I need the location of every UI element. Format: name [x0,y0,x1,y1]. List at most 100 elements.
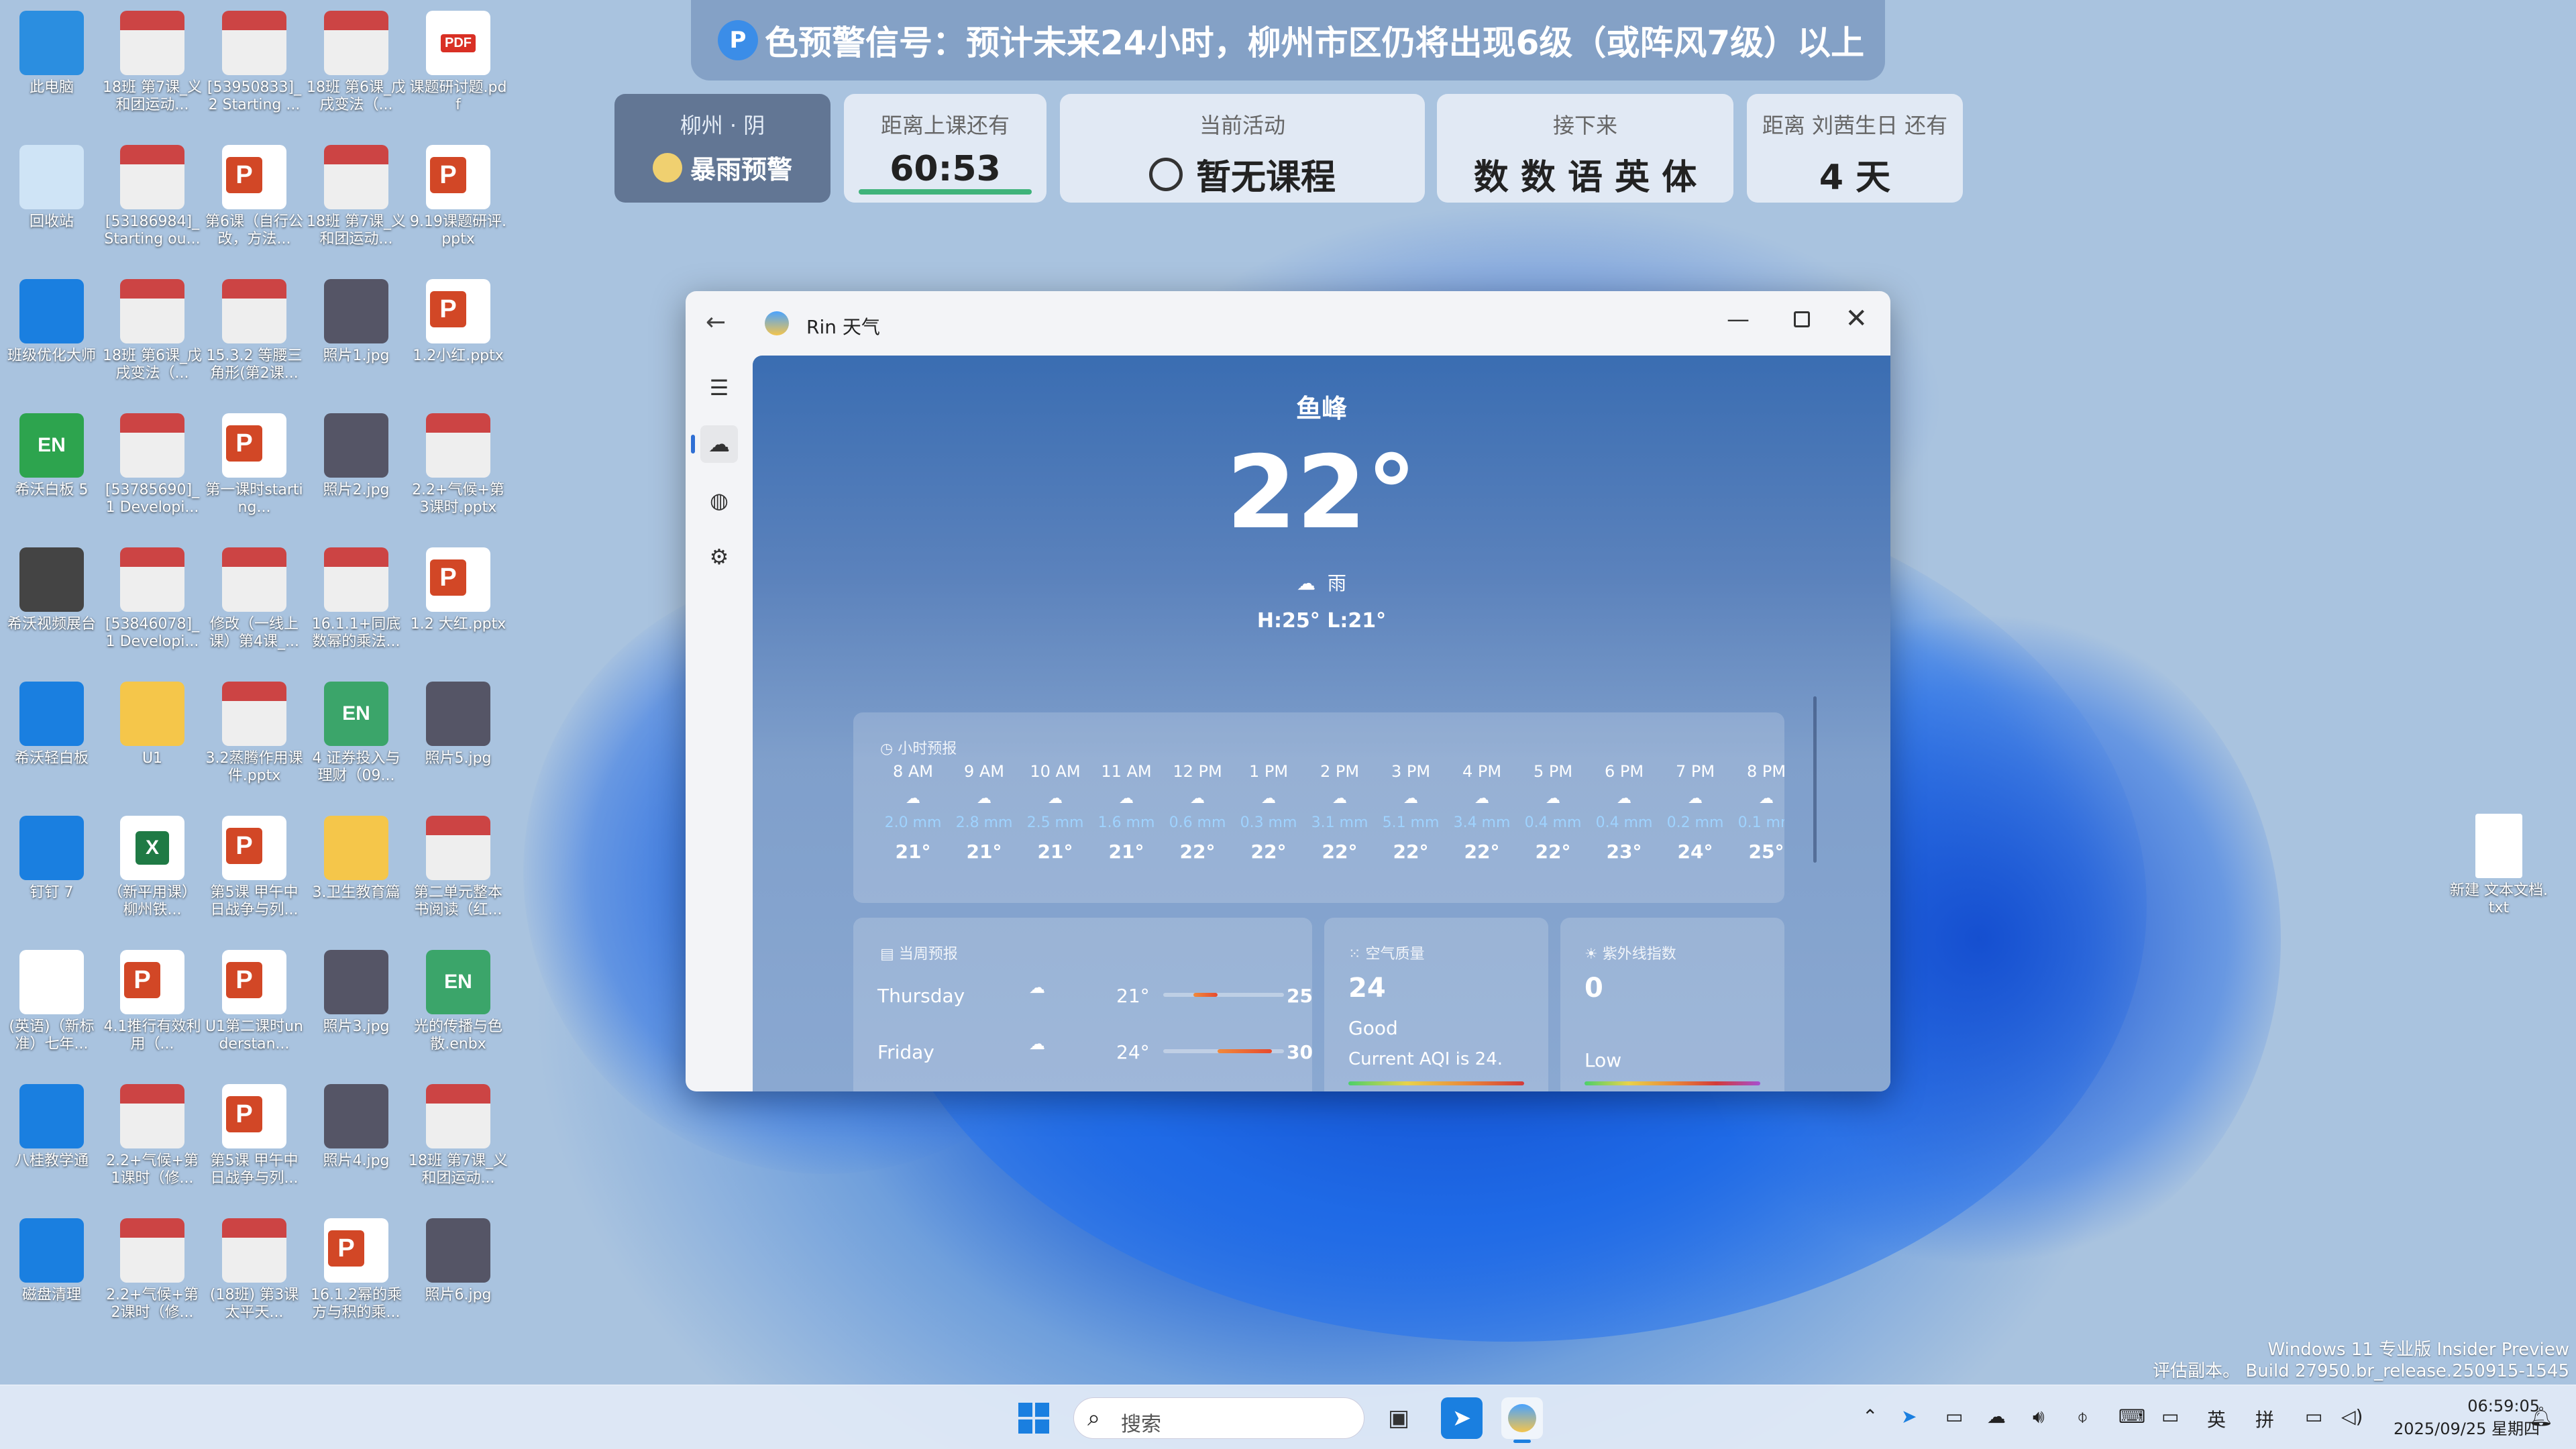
desktop-icon[interactable]: 第一课时starting... [204,408,305,539]
tray-cloud-icon[interactable]: ☁ [1987,1405,2006,1428]
ime-mode[interactable]: 拼 [2255,1405,2274,1432]
menu-icon[interactable]: ☰ [700,369,738,407]
desktop-icon[interactable]: 18班 第7课_义和团运动... [102,5,203,136]
show-hidden-icons[interactable]: ⌃ [1862,1405,1878,1428]
daily-row[interactable]: Thursday ☁ 21° 25° [877,978,1312,1018]
hourly-item[interactable]: 2 PM ☁ 3.1 mm 22° [1304,762,1375,863]
desktop-icon[interactable]: 4.1推行有效利用（... [102,945,203,1075]
desktop-icon[interactable]: 2.2+气候+第2课时（修... [102,1213,203,1344]
hourly-item[interactable]: 11 AM ☁ 1.6 mm 21° [1091,762,1162,863]
ime-language[interactable]: 英 [2207,1405,2226,1432]
desktop-icon[interactable]: 第二单元整本书阅读（红... [408,810,508,941]
nav-globe-icon[interactable]: ◍ [700,482,738,519]
desktop-icon[interactable]: 钉钉 7 [1,810,102,941]
desktop-icon[interactable]: 9.19课题研评.pptx [408,140,508,270]
desktop-icon[interactable]: 照片6.jpg [408,1213,508,1344]
desktop-icon[interactable]: 18班 第7课_义和团运动... [306,140,407,270]
current-activity-card[interactable]: 当前活动 暂无课程 [1060,94,1425,203]
desktop-icon[interactable]: 1.2 大红.pptx [408,542,508,673]
hourly-item[interactable]: 8 AM ☁ 2.0 mm 21° [877,762,949,863]
desktop-icon[interactable]: 2.2+气候+第1课时（修... [102,1079,203,1210]
desktop-icon[interactable]: EN 4 证券投入与理财（09... [306,676,407,807]
hourly-item[interactable]: 7 PM ☁ 0.2 mm 24° [1660,762,1731,863]
desktop-icon[interactable]: 照片4.jpg [306,1079,407,1210]
desktop-icon[interactable]: [53950833]_2 Starting ... [204,5,305,136]
hourly-item[interactable]: 6 PM ☁ 0.4 mm 23° [1589,762,1660,863]
desktop-icon[interactable]: PDF 课题研讨题.pdf [408,5,508,136]
rin-weather-window[interactable]: ← Rin 天气 — ✕ ☰ ☁ ◍ ⚙ 鱼峰 22° ☁ 雨 H:25° L:… [686,291,1890,1091]
desktop-icon[interactable]: 此电脑 [1,5,102,136]
daily-row[interactable]: Friday ☁ 24° 30° [877,1034,1312,1075]
desktop-icon[interactable]: EN 光的传播与色散.enbx [408,945,508,1075]
desktop-icon[interactable]: 照片3.jpg [306,945,407,1075]
desktop-icon[interactable]: 磁盘清理 [1,1213,102,1344]
hourly-item[interactable]: 12 PM ☁ 0.6 mm 22° [1162,762,1233,863]
start-button[interactable] [1013,1397,1055,1439]
hourly-item[interactable]: 9 AM ☁ 2.8 mm 21° [949,762,1020,863]
desktop-icon[interactable]: 1.2小红.pptx [408,274,508,405]
desktop-icon[interactable]: 16.1.2幂的乘方与积的乘... [306,1213,407,1344]
network-icon[interactable]: ▭ [2305,1405,2322,1428]
desktop-icon[interactable]: 18班 第7课_义和团运动... [408,1079,508,1210]
desktop-icon[interactable]: 照片2.jpg [306,408,407,539]
desktop-icon[interactable]: [53186984]_Starting ou... [102,140,203,270]
desktop-icon[interactable]: U1第二课时understan... [204,945,305,1075]
desktop-icon[interactable]: 15.3.2 等腰三角形(第2课... [204,274,305,405]
desktop-icon[interactable]: 希沃视频展台 [1,542,102,673]
notification-bell-icon[interactable]: 🔔︎ [2529,1405,2553,1428]
desktop-icon[interactable]: 16.1.1+同底数幂的乘法... [306,542,407,673]
hourly-item[interactable]: 1 PM ☁ 0.3 mm 22° [1233,762,1304,863]
keyboard-icon[interactable]: ⌨ [2118,1405,2145,1428]
speaker-icon[interactable]: ◁) [2341,1405,2363,1428]
desktop-icon[interactable]: 修改（一线上课）第4课_... [204,542,305,673]
task-view-icon[interactable]: ▣ [1378,1397,1419,1439]
usb-icon[interactable]: ⌽ [2077,1405,2088,1428]
desktop-icon[interactable]: 第6课（自行公改，方法... [204,140,305,270]
desktop-icon[interactable]: 八桂教学通 [1,1079,102,1210]
rin-weather-taskbar-icon[interactable] [1501,1397,1543,1443]
volume-tray-icon[interactable]: 🔊︎ [2033,1405,2045,1428]
nav-weather-icon[interactable]: ☁ [691,425,738,463]
dingtalk-taskbar-icon[interactable]: ➤ [1441,1397,1483,1439]
next-classes-card[interactable]: 接下来 数 数 语 英 体 [1437,94,1733,203]
desktop-icon[interactable]: 照片1.jpg [306,274,407,405]
desktop-icon[interactable]: 回收站 [1,140,102,270]
desktop-icon[interactable]: 希沃轻白板 [1,676,102,807]
hourly-item[interactable]: 10 AM ☁ 2.5 mm 21° [1020,762,1091,863]
desktop-icon[interactable]: 第5课 甲午中日战争与列... [204,810,305,941]
desktop-icon[interactable]: [53846078]_1 Developi... [102,542,203,673]
nav-settings-icon[interactable]: ⚙ [700,538,738,576]
desktop-icon-text-file[interactable]: 新建 文本文档.txt [2449,808,2549,939]
hourly-item[interactable]: 3 PM ☁ 5.1 mm 22° [1375,762,1446,863]
desktop-icon[interactable]: 照片5.jpg [408,676,508,807]
class-countdown-card[interactable]: 距离上课还有 60:53 [844,94,1046,203]
back-arrow-icon[interactable]: ← [706,309,726,336]
clock[interactable]: 06:59:05 2025/09/25 星期四 [2379,1395,2540,1440]
desktop-icon[interactable]: 班级优化大师 [1,274,102,405]
scrollbar[interactable] [1813,696,1817,863]
desktop-icon[interactable]: 18班 第6课_戊戌变法（... [102,274,203,405]
desktop-icon[interactable]: [53785690]_1 Developi... [102,408,203,539]
desktop-icon[interactable]: (英语)（新标准）七年... [1,945,102,1075]
desktop-icon[interactable]: EN 希沃白板 5 [1,408,102,539]
desktop-icon[interactable]: X （新平用课）柳州铁... [102,810,203,941]
desktop-icon[interactable]: (18班) 第3课 太平天... [204,1213,305,1344]
dingtalk-tray-icon[interactable]: ➤ [1901,1405,1917,1428]
display-icon[interactable]: ▭ [2161,1405,2179,1428]
tray-app-icon[interactable]: ▭ [1945,1405,1963,1428]
search-box[interactable]: ⌕ 搜索 [1073,1397,1364,1439]
weather-card[interactable]: 柳州 · 阴 暴雨预警 [614,94,830,203]
desktop-icon[interactable]: 3.卫生教育篇 [306,810,407,941]
desktop-icon[interactable]: U1 [102,676,203,807]
hourly-item[interactable]: 8 PM ☁ 0.1 mm 25° [1731,762,1784,863]
title-bar[interactable]: ← Rin 天气 — ✕ [686,291,1890,356]
birthday-card[interactable]: 距离 刘茜生日 还有 4 天 [1747,94,1963,203]
close-button[interactable]: ✕ [1845,303,1868,334]
desktop-icon[interactable]: 2.2+气候+第3课时.pptx [408,408,508,539]
desktop-icon[interactable]: 18班 第6课_戊戌变法（... [306,5,407,136]
maximize-button[interactable] [1794,311,1810,327]
desktop-icon[interactable]: 第5课 甲午中日战争与列... [204,1079,305,1210]
hourly-item[interactable]: 4 PM ☁ 3.4 mm 22° [1446,762,1517,863]
hourly-item[interactable]: 5 PM ☁ 0.4 mm 22° [1517,762,1589,863]
desktop-icon[interactable]: 3.2蒸腾作用课件.pptx [204,676,305,807]
